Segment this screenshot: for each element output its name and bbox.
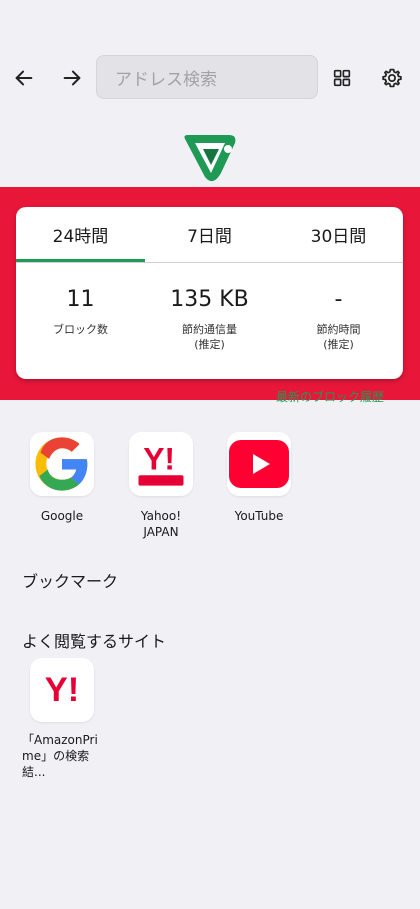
- google-icon: [35, 437, 88, 491]
- block-history-link[interactable]: 最新のブロック履歴: [276, 388, 384, 406]
- stat-value: 135 KB: [170, 287, 249, 312]
- address-search-input[interactable]: アドレス検索: [96, 55, 318, 99]
- tab-24h[interactable]: 24時間: [16, 207, 145, 262]
- youtube-icon: [229, 440, 289, 488]
- block-stats-card: 24時間 7日間 30日間 11 ブロック数 135 KB 節約通信量 (推定)…: [16, 207, 403, 379]
- selected-tab-indicator: [16, 259, 145, 262]
- stat-value: 11: [66, 287, 95, 312]
- frequent-site-item[interactable]: Y! 「AmazonPrime」の検索結...: [22, 658, 108, 780]
- shortcut-name: YouTube: [234, 509, 284, 523]
- stat-label: 節約通信量 (推定): [182, 323, 237, 351]
- settings-button[interactable]: [372, 55, 412, 101]
- app-logo-icon: [184, 135, 236, 182]
- svg-text:Y!: Y!: [45, 671, 79, 709]
- stat-label: ブロック数: [53, 323, 108, 336]
- svg-text:Y!: Y!: [143, 441, 175, 477]
- frequent-sites-heading: よく閲覧するサイト: [22, 632, 167, 651]
- stat-block-count: 11 ブロック数: [16, 287, 145, 337]
- yahoo-icon: Y!: [45, 671, 79, 709]
- stat-label: 節約時間 (推定): [316, 323, 361, 351]
- stat-data-saved: 135 KB 節約通信量 (推定): [145, 287, 274, 352]
- bookmarks-heading: ブックマーク: [22, 572, 119, 591]
- forward-button[interactable]: [52, 55, 92, 101]
- period-tabs: 24時間 7日間 30日間: [16, 207, 403, 263]
- tab-7d[interactable]: 7日間: [145, 207, 274, 262]
- yahoo-icon: Y!: [138, 441, 184, 486]
- arrow-left-icon: [15, 70, 33, 86]
- shortcut-google[interactable]: Google: [29, 432, 95, 524]
- grid-icon: [333, 69, 351, 87]
- browser-toolbar: アドレス検索: [0, 55, 420, 101]
- tab-30d[interactable]: 30日間: [274, 207, 403, 262]
- stat-value: -: [334, 287, 343, 312]
- gear-icon: [382, 68, 402, 88]
- frequent-site-name: 「AmazonPrime」の検索結...: [22, 733, 98, 779]
- tabs-button[interactable]: [322, 55, 362, 101]
- shortcut-tile: [30, 432, 94, 496]
- app-logo: [181, 133, 239, 185]
- shortcut-yahoo-japan[interactable]: Y! Yahoo! JAPAN: [128, 432, 194, 540]
- frequent-site-tile: Y!: [30, 658, 94, 722]
- back-button[interactable]: [4, 55, 44, 101]
- shortcut-tile: Y!: [129, 432, 193, 496]
- shortcut-name: Yahoo! JAPAN: [140, 509, 182, 539]
- address-placeholder: アドレス検索: [115, 69, 217, 90]
- shortcut-name: Google: [40, 509, 84, 523]
- shortcut-youtube[interactable]: YouTube: [226, 432, 292, 524]
- stat-time-saved: - 節約時間 (推定): [274, 287, 403, 352]
- arrow-right-icon: [63, 70, 81, 86]
- shortcut-tile: [227, 432, 291, 496]
